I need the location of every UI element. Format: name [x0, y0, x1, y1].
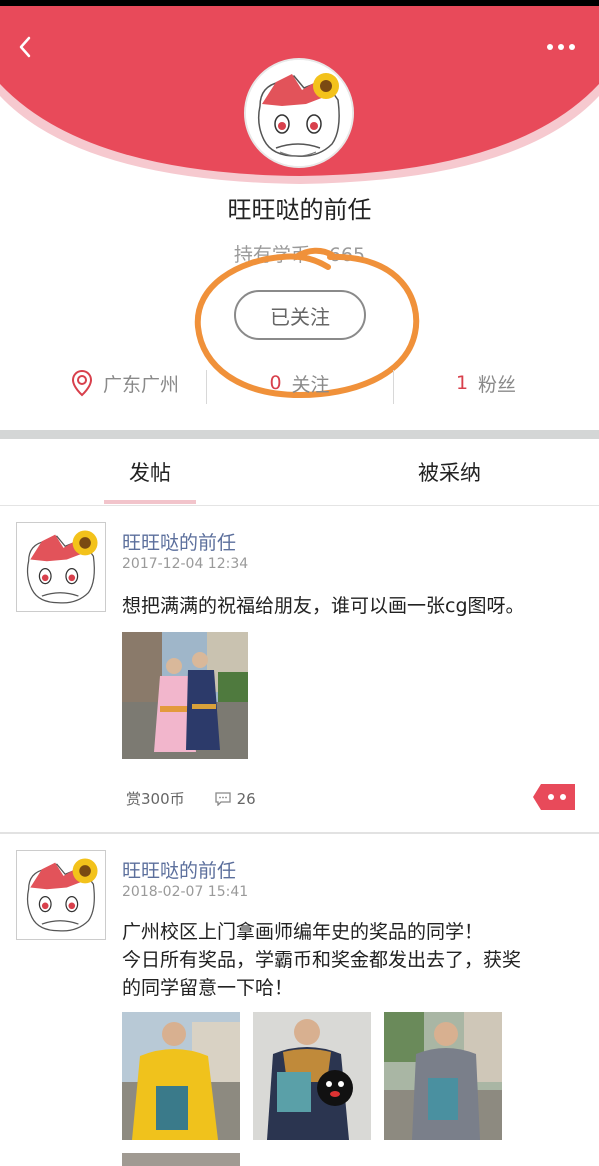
followers-count: 1 — [455, 372, 469, 394]
active-tab-indicator — [104, 500, 196, 504]
post-photo[interactable] — [122, 1152, 240, 1166]
post-text: 广州校区上门拿画师编年史的奖品的同学！ 今日所有奖品，学霸币和奖金都发出去了，获… — [122, 918, 582, 1002]
post-text-line: 今日所有奖品，学霸币和奖金都发出去了，获奖 — [122, 949, 522, 971]
post-photo[interactable] — [253, 1012, 371, 1140]
post-avatar[interactable] — [16, 850, 106, 940]
following-label: 关注 — [291, 373, 330, 396]
reward-label: 赏300币 — [126, 790, 185, 808]
post-text-line: 广州校区上门拿画师编年史的奖品的同学！ — [122, 921, 484, 943]
more-button[interactable] — [541, 36, 581, 58]
post-card[interactable]: 旺旺哒的前任 2018-02-07 15:41 广州校区上门拿画师编年史的奖品的… — [0, 834, 599, 1166]
comment-count: 26 — [236, 789, 256, 808]
post-photo[interactable] — [384, 1012, 502, 1140]
post-action-button[interactable] — [531, 782, 577, 812]
tab-adopted[interactable]: 被采纳 — [300, 439, 599, 505]
post-text-line: 的同学留意一下哈！ — [122, 977, 294, 999]
post-photo[interactable] — [122, 632, 248, 759]
back-button[interactable] — [10, 30, 40, 64]
post-author[interactable]: 旺旺哒的前任 — [122, 856, 236, 883]
section-separator — [0, 430, 599, 439]
following-stat[interactable]: 0 关注 — [206, 360, 393, 406]
post-card[interactable]: 旺旺哒的前任 2017-12-04 12:34 想把满满的祝福给朋友，谁可以画一… — [0, 506, 599, 832]
post-photo[interactable] — [122, 1012, 240, 1140]
location-label: 广东广州 — [102, 373, 179, 396]
post-author[interactable]: 旺旺哒的前任 — [122, 528, 236, 555]
profile-name: 旺旺哒的前任 — [227, 196, 372, 224]
more-dots-icon — [547, 44, 575, 50]
following-count: 0 — [269, 372, 282, 394]
comment-button[interactable]: 26 — [214, 789, 256, 808]
followers-label: 粉丝 — [478, 373, 517, 396]
tab-posts[interactable]: 发帖 — [0, 439, 300, 505]
post-date: 2018-02-07 15:41 — [122, 884, 249, 900]
chevron-left-icon — [19, 36, 31, 58]
post-date: 2017-12-04 12:34 — [122, 556, 249, 572]
post-text: 想把满满的祝福给朋友，谁可以画一张cg图呀。 — [122, 595, 525, 617]
profile-stats: 广东广州 0 关注 1 粉丝 — [0, 360, 599, 406]
more-tag-icon — [533, 784, 575, 810]
location-stat: 广东广州 — [50, 360, 200, 406]
location-pin-icon — [71, 369, 92, 397]
post-avatar[interactable] — [16, 522, 106, 612]
comment-icon — [214, 791, 231, 806]
post-footer: 赏300币 26 — [126, 788, 256, 809]
followers-stat[interactable]: 1 粉丝 — [393, 360, 579, 406]
profile-tabs: 发帖 被采纳 — [0, 439, 599, 506]
profile-avatar[interactable] — [244, 58, 354, 168]
